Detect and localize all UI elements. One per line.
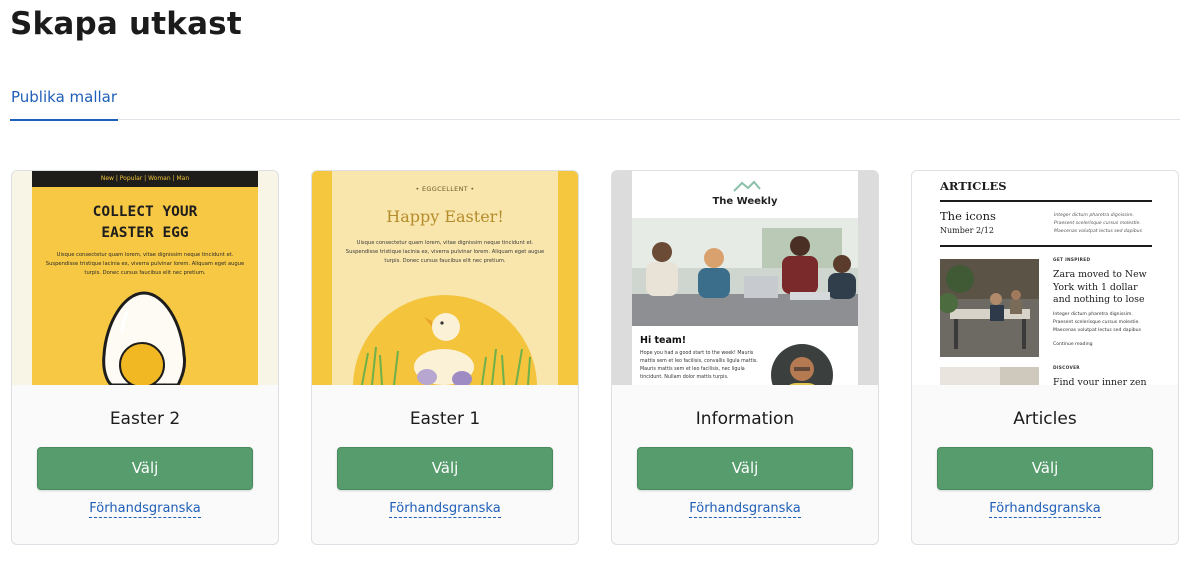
thumb-divider [940, 200, 1152, 202]
tab-bar: Publika mallar [10, 88, 1180, 121]
thumb-divider [940, 245, 1152, 247]
office-photo [940, 259, 1039, 357]
article-photo [940, 367, 1039, 385]
template-name: Information [695, 409, 795, 429]
template-card-easter-2: New | Popular | Woman | Man COLLECT YOUR… [11, 170, 279, 545]
mountain-logo-icon [733, 180, 761, 192]
chick-illustration [353, 295, 537, 385]
thumb-kicker: GET INSPIRED [1053, 258, 1091, 263]
thumb-article-body: Integer dictum pharetra dignissim. Praes… [1053, 312, 1141, 333]
template-card-information: The Weekly Hi team! Hope you had a good … [611, 170, 879, 545]
thumb-article-title: Zara moved to New York with 1 dollar and… [1053, 269, 1147, 305]
template-thumbnail[interactable]: ARTICLES The icons Number 2/12 Integer d… [912, 171, 1178, 385]
tab-public-templates[interactable]: Publika mallar [10, 88, 119, 121]
thumb-issue-number: Number 2/12 [940, 226, 994, 235]
template-thumbnail[interactable]: New | Popular | Woman | Man COLLECT YOUR… [12, 171, 278, 385]
choose-button[interactable]: Välj [637, 447, 853, 490]
preview-link[interactable]: Förhandsgranska [689, 501, 801, 518]
template-card-easter-1: • EGGCELLENT • Happy Easter! Uisque cons… [311, 170, 579, 545]
template-name: Easter 1 [409, 409, 481, 429]
thumb-greeting: Hi team! [640, 335, 687, 346]
template-thumbnail[interactable]: • EGGCELLENT • Happy Easter! Uisque cons… [312, 171, 578, 385]
thumb-article-title: Find your inner zen [1053, 377, 1147, 385]
choose-button[interactable]: Välj [37, 447, 253, 490]
template-thumbnail[interactable]: The Weekly Hi team! Hope you had a good … [612, 171, 878, 385]
thumb-continue-link: Continue reading [1053, 342, 1093, 347]
portrait-photo [771, 344, 833, 385]
team-photo [632, 218, 858, 326]
thumb-header: ARTICLES [940, 179, 1007, 193]
thumb-issue-title: The icons [940, 209, 996, 223]
thumb-issue-blurb: Integer dictum pharetra dignissim. Praes… [1054, 213, 1142, 234]
template-card-articles: ARTICLES The icons Number 2/12 Integer d… [911, 170, 1179, 545]
preview-link[interactable]: Förhandsgranska [989, 501, 1101, 518]
thumb-title: The Weekly [712, 196, 778, 207]
page-title: Skapa utkast [10, 6, 242, 42]
choose-button[interactable]: Välj [937, 447, 1153, 490]
preview-link[interactable]: Förhandsgranska [389, 501, 501, 518]
choose-button[interactable]: Välj [337, 447, 553, 490]
template-name: Articles [1013, 409, 1077, 429]
thumb-kicker: DISCOVER [1053, 366, 1080, 371]
template-name: Easter 2 [109, 409, 181, 429]
egg-illustration [102, 291, 186, 385]
preview-link[interactable]: Förhandsgranska [89, 501, 201, 518]
thumb-body: Hope you had a good start to the week! M… [640, 351, 758, 380]
